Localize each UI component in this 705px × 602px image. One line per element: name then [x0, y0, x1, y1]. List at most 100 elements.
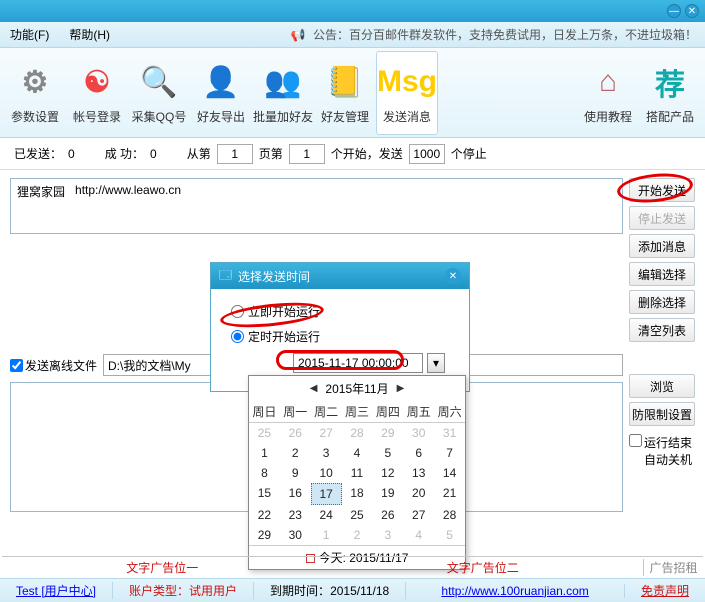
- tool-notebook[interactable]: 📒好友管理: [314, 51, 376, 135]
- cal-day[interactable]: 1: [249, 443, 280, 463]
- offline-file-checkbox[interactable]: [10, 359, 23, 372]
- menu-function[interactable]: 功能(F): [0, 26, 59, 43]
- radio-scheduled[interactable]: 定时开始运行: [231, 328, 457, 345]
- stop-send-button[interactable]: 停止发送: [629, 206, 695, 230]
- cal-day[interactable]: 18: [342, 483, 373, 505]
- cal-day[interactable]: 14: [434, 463, 465, 483]
- tool-gear[interactable]: ⚙参数设置: [4, 51, 66, 135]
- cal-day-out[interactable]: 26: [280, 423, 311, 443]
- tool-home[interactable]: ⌂使用教程: [577, 51, 639, 135]
- datetime-input[interactable]: [293, 353, 423, 373]
- cal-day[interactable]: 3: [311, 443, 342, 463]
- tool-yinyang[interactable]: ☯帐号登录: [66, 51, 128, 135]
- dialog-close-button[interactable]: ✕: [445, 268, 461, 284]
- ad-slot-2[interactable]: 文字广告位二: [323, 559, 644, 576]
- cal-day[interactable]: 24: [311, 505, 342, 525]
- radio-immediate-input[interactable]: [231, 305, 244, 318]
- cal-day[interactable]: 10: [311, 463, 342, 483]
- cal-day-out[interactable]: 25: [249, 423, 280, 443]
- cal-day-out[interactable]: 2: [342, 525, 373, 545]
- clear-list-button[interactable]: 清空列表: [629, 318, 695, 342]
- cal-day-out[interactable]: 3: [372, 525, 403, 545]
- cal-day[interactable]: 28: [434, 505, 465, 525]
- cal-day[interactable]: 12: [372, 463, 403, 483]
- browse-button[interactable]: 浏览: [629, 374, 695, 398]
- cal-day[interactable]: 6: [403, 443, 434, 463]
- cal-day-out[interactable]: 5: [434, 525, 465, 545]
- cal-day[interactable]: 22: [249, 505, 280, 525]
- cal-day[interactable]: 13: [403, 463, 434, 483]
- tool-recommend[interactable]: 荐搭配产品: [639, 51, 701, 135]
- page-input[interactable]: [217, 144, 253, 164]
- calendar-grid: 周日周一周二周三周四周五周六25262728293031123456789101…: [249, 401, 465, 545]
- edit-select-button[interactable]: 编辑选择: [629, 262, 695, 286]
- cal-day[interactable]: 27: [403, 505, 434, 525]
- cal-day-out[interactable]: 1: [311, 525, 342, 545]
- close-button[interactable]: ✕: [685, 4, 699, 18]
- menu-help[interactable]: 帮助(H): [59, 26, 120, 43]
- tool-label: 好友导出: [197, 108, 245, 125]
- user-center-link[interactable]: Test [用户中心]: [16, 584, 96, 598]
- limit-input[interactable]: [409, 144, 445, 164]
- limit-suffix: 个停止: [451, 145, 487, 162]
- cal-dow: 周一: [280, 401, 311, 423]
- cal-day[interactable]: 25: [342, 505, 373, 525]
- cal-day-out[interactable]: 30: [403, 423, 434, 443]
- minimize-button[interactable]: —: [667, 4, 681, 18]
- list-item[interactable]: 狸窝家园 http://www.leawo.cn: [17, 183, 616, 200]
- tool-user-export[interactable]: 👤好友导出: [190, 51, 252, 135]
- page-unit: 页第: [259, 145, 283, 162]
- shutdown-check[interactable]: 运行结束 自动关机: [629, 434, 695, 468]
- ad-recruit[interactable]: 广告招租: [643, 559, 703, 576]
- tool-msg[interactable]: Msg发送消息: [376, 51, 438, 135]
- cal-day[interactable]: 16: [280, 483, 311, 505]
- cal-day[interactable]: 20: [403, 483, 434, 505]
- site-link[interactable]: http://www.100ruanjian.com: [441, 584, 588, 598]
- radio-immediate[interactable]: 立即开始运行: [231, 303, 457, 320]
- ad-slot-1[interactable]: 文字广告位一: [2, 559, 323, 576]
- disclaimer-link[interactable]: 免责声明: [641, 584, 689, 598]
- tool-user-add[interactable]: 👥批量加好友: [252, 51, 314, 135]
- cal-day[interactable]: 4: [342, 443, 373, 463]
- add-message-button[interactable]: 添加消息: [629, 234, 695, 258]
- anti-limit-button[interactable]: 防限制设置: [629, 402, 695, 426]
- cal-day[interactable]: 2: [280, 443, 311, 463]
- radio-scheduled-input[interactable]: [231, 330, 244, 343]
- cal-day[interactable]: 15: [249, 483, 280, 505]
- cal-day[interactable]: 7: [434, 443, 465, 463]
- datetime-dropdown[interactable]: ▾: [427, 353, 445, 373]
- cal-day[interactable]: 5: [372, 443, 403, 463]
- cal-day-out[interactable]: 28: [342, 423, 373, 443]
- cal-day-out[interactable]: 31: [434, 423, 465, 443]
- cal-day[interactable]: 9: [280, 463, 311, 483]
- tool-magnifier[interactable]: 🔍采集QQ号: [128, 51, 190, 135]
- start-send-button[interactable]: 开始发送: [629, 178, 695, 202]
- cal-day[interactable]: 8: [249, 463, 280, 483]
- user-add-icon: 👥: [261, 60, 305, 104]
- cal-prev-button[interactable]: ◀: [310, 383, 318, 394]
- calendar-popup: ◀ 2015年11月 ▶ 周日周一周二周三周四周五周六2526272829303…: [248, 375, 466, 570]
- success-label: 成 功：: [105, 145, 144, 162]
- sent-value: 0: [68, 147, 75, 161]
- cal-day[interactable]: 19: [372, 483, 403, 505]
- cal-day-out[interactable]: 29: [372, 423, 403, 443]
- cal-day-out[interactable]: 27: [311, 423, 342, 443]
- toolbar: ⚙参数设置☯帐号登录🔍采集QQ号👤好友导出👥批量加好友📒好友管理Msg发送消息 ⌂…: [0, 48, 705, 138]
- item-input[interactable]: [289, 144, 325, 164]
- announcement: 📢 公告：百分百邮件群发软件，支持免费试用，日发上万条，不进垃圾箱！: [120, 26, 705, 43]
- shutdown-checkbox[interactable]: [629, 434, 642, 447]
- message-list[interactable]: 狸窝家园 http://www.leawo.cn: [10, 178, 623, 234]
- offline-file-check[interactable]: 发送离线文件: [10, 357, 97, 374]
- cal-day[interactable]: 23: [280, 505, 311, 525]
- cal-day[interactable]: 11: [342, 463, 373, 483]
- cal-day[interactable]: 26: [372, 505, 403, 525]
- cal-dow: 周五: [403, 401, 434, 423]
- cal-day-out[interactable]: 4: [403, 525, 434, 545]
- cal-day[interactable]: 17: [311, 483, 342, 505]
- cal-next-button[interactable]: ▶: [397, 383, 405, 394]
- delete-select-button[interactable]: 删除选择: [629, 290, 695, 314]
- cal-day[interactable]: 29: [249, 525, 280, 545]
- cal-day[interactable]: 30: [280, 525, 311, 545]
- horn-icon: 📢: [291, 28, 306, 42]
- cal-day[interactable]: 21: [434, 483, 465, 505]
